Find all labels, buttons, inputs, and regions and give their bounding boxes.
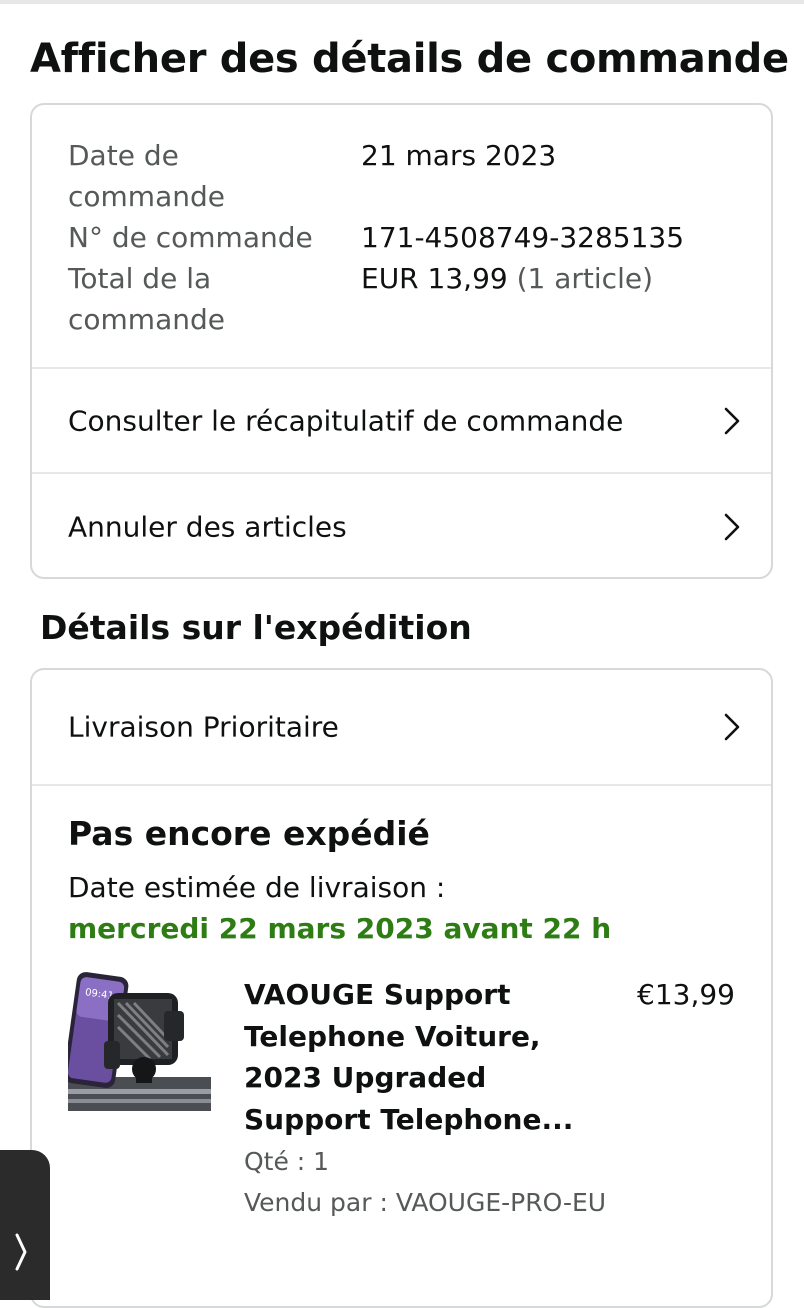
- top-divider: [0, 0, 804, 4]
- order-info: Date de commande 21 mars 2023 N° de comm…: [32, 105, 771, 369]
- shipment-status: Pas encore expédié: [68, 814, 430, 853]
- product-image[interactable]: 09:41: [68, 971, 211, 1117]
- order-total-label: Total de la commande: [68, 262, 225, 336]
- order-details-card: Date de commande 21 mars 2023 N° de comm…: [30, 103, 773, 579]
- order-date-value: 21 mars 2023: [361, 139, 557, 172]
- order-summary-link[interactable]: Consulter le récapitulatif de commande: [32, 369, 771, 474]
- product-quantity: Qté : 1: [244, 1147, 330, 1176]
- delivery-option-link[interactable]: Livraison Prioritaire: [32, 670, 771, 786]
- cancel-items-link[interactable]: Annuler des articles: [32, 474, 771, 577]
- chevron-right-icon: [15, 1233, 27, 1271]
- product-title[interactable]: VAOUGE Support Telephone Voiture, 2023 U…: [244, 974, 584, 1140]
- chevron-right-icon: [724, 713, 740, 741]
- cancel-items-label: Annuler des articles: [68, 510, 347, 543]
- eta-date: mercredi 22 mars 2023 avant 22 h: [68, 912, 612, 945]
- eta-label: Date estimée de livraison :: [68, 871, 446, 904]
- page-title: Afficher des détails de commande: [30, 36, 789, 82]
- delivery-option-label: Livraison Prioritaire: [68, 710, 339, 744]
- product-seller[interactable]: Vendu par : VAOUGE-PRO-EU: [244, 1183, 606, 1223]
- order-number-label: N° de commande: [68, 221, 313, 254]
- shipment-card: Livraison Prioritaire Pas encore expédié…: [30, 668, 773, 1308]
- order-number-value: 171-4508749-3285135: [361, 221, 685, 254]
- chevron-right-icon: [724, 407, 740, 434]
- side-panel-tab[interactable]: [0, 1150, 50, 1300]
- order-date-label: Date de commande: [68, 139, 225, 213]
- chevron-right-icon: [724, 513, 740, 540]
- order-total-amount: EUR 13,99: [361, 262, 508, 295]
- product-price: €13,99: [637, 978, 735, 1011]
- order-item-count: (1 article): [516, 262, 653, 295]
- shipment-section-title: Détails sur l'expédition: [40, 608, 472, 647]
- shipment-body: Pas encore expédié Date estimée de livra…: [32, 786, 771, 1306]
- order-total-value: EUR 13,99 (1 article): [361, 258, 653, 299]
- order-summary-label: Consulter le récapitulatif de commande: [68, 404, 624, 437]
